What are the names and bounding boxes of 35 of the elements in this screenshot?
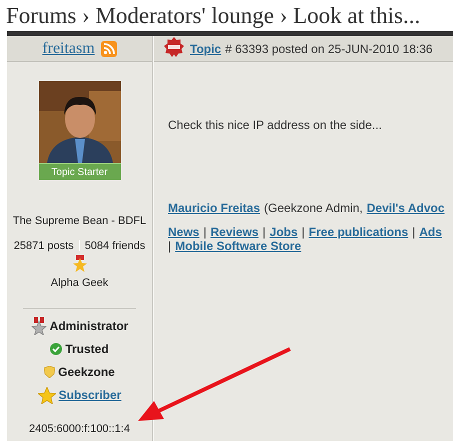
role-link[interactable]: Subscriber (58, 386, 122, 404)
new-badge-icon (164, 36, 184, 56)
link-separator: | (412, 225, 416, 239)
nav-link[interactable]: News (168, 225, 200, 239)
star-medal-icon (30, 317, 47, 335)
topic-link[interactable]: Topic (190, 40, 222, 58)
signature-role-link[interactable]: Devil's Advoc (366, 199, 445, 217)
nav-link[interactable]: Mobile Software Store (175, 239, 302, 253)
friend-count: 5084 friends (84, 238, 146, 254)
star-icon (38, 386, 56, 404)
nav-link[interactable]: Reviews (210, 225, 259, 239)
post-body: Check this nice IP address on the side... (168, 117, 383, 134)
post-meta: # 63393 posted on 25-JUN-2010 18:36 (225, 40, 433, 58)
check-circle-icon (50, 343, 62, 355)
role-label: Administrator (50, 318, 128, 335)
ip-address: 2405:6000:f:100::1:4 (29, 422, 130, 436)
role-label: Geekzone (58, 364, 115, 381)
shield-icon (44, 366, 56, 378)
nav-link[interactable]: Free publications (308, 225, 408, 239)
link-separator: | (168, 239, 172, 253)
level-title: Alpha Geek (50, 276, 108, 291)
medal-icon (72, 255, 86, 272)
nav-link[interactable]: Ads (419, 225, 442, 239)
link-separator: | (302, 225, 305, 239)
role-label: Trusted (65, 341, 109, 358)
signature-text: (Geekzone Admin, (264, 200, 363, 217)
post-count: 25871 posts (14, 238, 74, 254)
signature-name-link[interactable]: Mauricio Freitas (168, 199, 260, 217)
rank-title: The Supreme Bean - BDFL (12, 214, 146, 229)
rss-icon[interactable] (100, 40, 117, 56)
link-separator: | (203, 225, 206, 239)
breadcrumb: Forums › Moderators' lounge › Look at this... (5, 2, 422, 30)
link-separator: | (262, 225, 266, 239)
nav-link[interactable]: Jobs (270, 225, 298, 239)
topic-starter-label: Topic Starter (38, 163, 120, 180)
